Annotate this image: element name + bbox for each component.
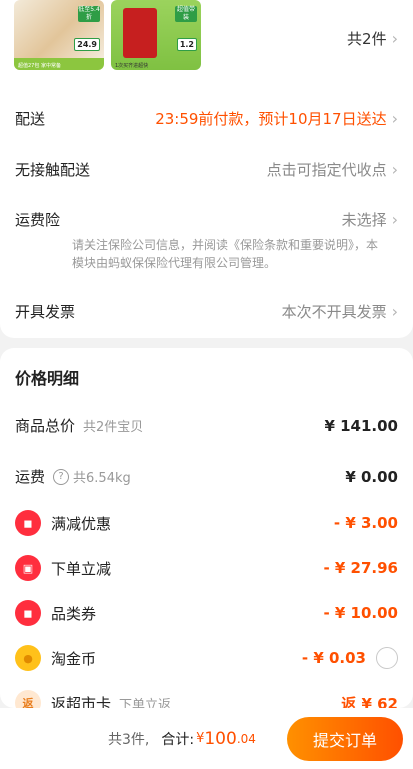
goods-total-label: 商品总价 — [15, 417, 76, 435]
ticket-icon: ◼ — [15, 510, 41, 536]
insurance-note: 请关注保险公司信息，并阅读《保险条款和重要说明》，本模块由蚂蚁保保险代理有限公司… — [72, 238, 379, 270]
chevron-right-icon: › — [391, 209, 398, 229]
category-coupon-row: ◼ 品类券 - ¥ 10.00 — [15, 600, 398, 626]
total-item-count: 共3件, — [108, 731, 150, 748]
delivery-label: 配送 — [15, 110, 46, 128]
insurance-label: 运费险 — [15, 211, 61, 229]
full-discount-label: 满减优惠 — [51, 514, 112, 533]
price-detail-title: 价格明细 — [15, 369, 80, 388]
invoice-label: 开具发票 — [15, 303, 76, 321]
category-coupon-label: 品类券 — [51, 604, 97, 623]
insurance-value: 未选择 — [341, 211, 387, 229]
total-currency: ¥ — [196, 731, 205, 746]
shipping-weight: 共6.54kg — [73, 471, 131, 486]
order-card: 低至5.4折 24.9 超值27包 家中常备 超值带装 1.2 1次买齐进超快 … — [0, 0, 413, 338]
delivery-row[interactable]: 配送 23:59前付款，预计10月17日送达 › — [15, 108, 398, 129]
invoice-row[interactable]: 开具发票 本次不开具发票 › — [15, 301, 398, 322]
contactless-delivery-row[interactable]: 无接触配送 点击可指定代收点 › — [15, 159, 398, 180]
taobao-coin-label: 淘金币 — [51, 649, 97, 668]
thumbnail-caption: 超值27包 家中常备 — [18, 63, 61, 69]
category-coupon-value: - ¥ 10.00 — [323, 604, 398, 622]
goods-total-sub: 共2件宝贝 — [83, 420, 144, 435]
checkout-bar: 共3件, 合计: ¥ 100 .04 提交订单 — [0, 708, 413, 769]
discount-icon: ▣ — [15, 555, 41, 581]
contactless-label: 无接触配送 — [15, 161, 91, 179]
chevron-right-icon: › — [391, 159, 398, 179]
contactless-value: 点击可指定代收点 — [266, 161, 387, 179]
thumbnail-tag: 低至5.4折 — [78, 6, 100, 22]
ticket-icon: ◼ — [15, 600, 41, 626]
chevron-right-icon: › — [391, 28, 398, 48]
total-label: 合计: — [161, 731, 195, 748]
total-amount-decimal: .04 — [236, 731, 256, 746]
chevron-right-icon: › — [391, 108, 398, 128]
shipping-insurance-row[interactable]: 运费险 未选择 › — [15, 209, 398, 230]
chevron-right-icon: › — [391, 301, 398, 321]
delivery-time: 23:59前付款，预计10月17日送达 — [155, 110, 387, 128]
help-circle-icon[interactable]: ? — [53, 468, 70, 485]
coin-icon: ● — [15, 645, 41, 671]
taobao-coin-row[interactable]: ● 淘金币 - ¥ 0.03 — [15, 645, 398, 671]
thumbnail-caption: 1次买齐进超快 — [115, 63, 149, 69]
instant-discount-label: 下单立减 — [51, 559, 112, 578]
invoice-value: 本次不开具发票 — [281, 303, 387, 321]
full-discount-row: ◼ 满减优惠 - ¥ 3.00 — [15, 510, 398, 536]
shipping-fee-value: ¥ 0.00 — [345, 467, 398, 486]
thumbnail-tag: 超值带装 — [175, 6, 197, 22]
submit-order-button[interactable]: 提交订单 — [287, 716, 403, 761]
item-count-row[interactable]: 共2件 › — [15, 28, 398, 49]
shipping-fee-row: 运费 ? 共6.54kg ¥ 0.00 — [15, 466, 398, 487]
instant-discount-value: - ¥ 27.96 — [323, 559, 398, 577]
item-count: 共2件 — [347, 30, 387, 48]
instant-discount-row: ▣ 下单立减 - ¥ 27.96 — [15, 555, 398, 581]
total-amount-integer: 100 — [204, 728, 237, 749]
coin-radio-button[interactable] — [376, 647, 398, 669]
shipping-fee-label: 运费 — [15, 468, 46, 486]
full-discount-value: - ¥ 3.00 — [333, 514, 398, 532]
taobao-coin-value: - ¥ 0.03 — [301, 649, 366, 667]
goods-total-value: ¥ 141.00 — [324, 416, 398, 435]
goods-total-row: 商品总价 共2件宝贝 ¥ 141.00 — [15, 415, 398, 436]
